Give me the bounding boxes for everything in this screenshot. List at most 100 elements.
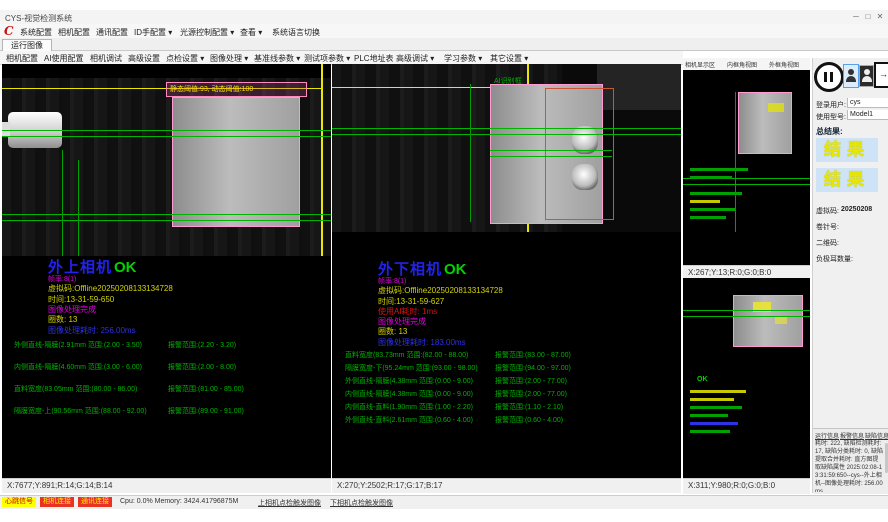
vcode-value: 20250208 (841, 206, 872, 213)
upper-camera-spotcheck-link[interactable]: 上相机点检触发图像 (258, 498, 321, 508)
tiny-text-line (690, 406, 742, 409)
tool-plc-table[interactable]: PLC地址表 (354, 53, 394, 64)
info-tab-run[interactable]: 运行信息 (815, 431, 839, 440)
measurement-row: 外侧直线-直料(2.61mm 范围:(0.60 - 4.00) (345, 415, 473, 425)
tool-image-proc[interactable]: 图像处理 ▾ (210, 53, 248, 64)
side-tab-inner[interactable]: 内框角视图 (727, 60, 757, 69)
measurement-row: 外侧直线-隔膜(2.91mm 范围:(2.00 - 3.50) (14, 340, 142, 350)
log-text: 耗时: 222, 缺陷检测耗时: 17, 缺陷分类耗时: 0, 缺陷提取合并耗时… (815, 440, 883, 492)
measure-line-green (2, 220, 331, 221)
info-log-panel: 运行信息 报警信息 缺陷信息 耗时: 222, 缺陷检测耗时: 17, 缺陷分类… (813, 428, 888, 494)
alarm-range: 报警范围:(83.00 - 87.00) (495, 350, 571, 360)
camera-conn-badge: 相机连接 (40, 497, 74, 507)
exit-button[interactable]: → (874, 62, 888, 88)
membrane-region (738, 92, 792, 154)
close-button[interactable]: ✕ (874, 12, 886, 21)
measure-line-green (683, 310, 810, 311)
measure-line-green (2, 214, 331, 215)
pause-icon (830, 72, 833, 82)
maximize-button[interactable]: □ (862, 12, 874, 21)
side-camera-2[interactable]: OK (683, 278, 810, 478)
side-camera-2-coords: X:311;Y:980;R:0;G:0;B:0 (688, 481, 775, 490)
comm-conn-badge: 通讯连接 (78, 497, 112, 507)
alarm-range: 报警范围:(89.00 - 91.00) (168, 406, 244, 416)
lower-camera-spotcheck-link[interactable]: 下相机点检触发图像 (330, 498, 393, 508)
login-user-label: 登录用户: (816, 100, 846, 110)
alarm-range: 报警范围:(81.00 - 85.00) (168, 384, 244, 394)
app-logo-icon: C (4, 24, 14, 38)
login-user-value[interactable]: cys (847, 98, 888, 108)
tiny-text-line (690, 208, 736, 211)
user-icon (846, 76, 856, 82)
tiny-text-line (690, 398, 734, 401)
side-tab-outer[interactable]: 外框角视图 (769, 60, 799, 69)
operator-icon (864, 69, 870, 75)
tool-camera-config[interactable]: 相机配置 (6, 53, 38, 64)
tiny-text-line (690, 176, 732, 179)
tool-spotcheck-set[interactable]: 点检设置 ▾ (166, 53, 204, 64)
measure-line-green (332, 128, 681, 129)
tiny-text-line (690, 192, 742, 195)
tool-baseline-param[interactable]: 基准线参数 ▾ (254, 53, 300, 64)
tiny-text-line (690, 390, 746, 393)
measure-line-green (2, 130, 331, 131)
result-badge-upper: 结果 (816, 138, 878, 162)
tool-learn-param[interactable]: 学习参数 ▾ (444, 53, 482, 64)
alarm-range: 报警范围:(94.00 - 97.00) (495, 363, 571, 373)
side-camera-1-coordbar: X:267;Y:13;R:0;G:0;B:0 (683, 265, 810, 279)
model-value[interactable]: Model1 (847, 110, 888, 120)
menu-id-config[interactable]: ID手配置 ▾ (134, 27, 172, 38)
camera-mid-coords: X:270;Y:2502;R:17;G:17;B:17 (337, 481, 442, 490)
measure-line-green (490, 150, 612, 151)
measurement-row: 直料宽度(83.73mm 范围:(82.00 - 88.00) (345, 350, 468, 360)
info-tab-defect[interactable]: 缺陷信息 (865, 431, 888, 440)
menu-light-config[interactable]: 光源控制配置 ▾ (180, 27, 234, 38)
vcode-label: 虚拟码: (816, 206, 839, 216)
tool-other-set[interactable]: 其它设置 ▾ (490, 53, 528, 64)
menu-system-config[interactable]: 系统配置 (20, 27, 52, 38)
right-control-panel: → 登录用户: cys 使用型号: Model1 总结果: 结果 结果 虚拟码:… (812, 58, 888, 493)
pause-button[interactable] (814, 62, 844, 92)
tiny-text-line (690, 422, 738, 425)
side-camera-2-ok: OK (697, 376, 708, 383)
total-result-label: 总结果: (816, 126, 843, 137)
info-tab-alarm[interactable]: 报警信息 (840, 431, 864, 440)
menu-language-switch[interactable]: 系统语言切换 (272, 27, 320, 38)
operator-button[interactable] (859, 65, 874, 87)
tool-test-param[interactable]: 测试项参数 ▾ (304, 53, 350, 64)
tool-advanced-debug[interactable]: 高级调试 ▾ (396, 53, 434, 64)
menu-camera-config[interactable]: 相机配置 (58, 27, 90, 38)
camera-left-coords: X:7677;Y:891;R:14;G:14;B:14 (7, 481, 112, 490)
window-title: CYS-视觉检测系统 (5, 13, 72, 24)
measure-line-green-v (78, 160, 79, 256)
baseline-yellow-v (321, 64, 323, 256)
ai-detect-rect (545, 88, 614, 220)
measure-line-green (683, 316, 810, 317)
measurement-row: 直料宽度(83.05mm 范围:(80.00 - 86.00) (14, 384, 137, 394)
alarm-range: 报警范围:(1.10 - 2.10) (495, 402, 563, 412)
qr-code-label: 二维码: (816, 238, 839, 248)
side-tab-display[interactable]: 相机显示区 (685, 60, 715, 69)
tool-advanced-set[interactable]: 高级设置 (128, 53, 160, 64)
roller-shaft (2, 122, 10, 136)
pin-number-label: 卷针号: (816, 222, 839, 232)
tiny-text-line (690, 430, 730, 433)
side-camera-1[interactable] (683, 70, 810, 265)
tab-run-image[interactable]: 运行图像 (2, 39, 52, 51)
minimize-button[interactable]: ─ (850, 12, 862, 21)
tiny-text-line (690, 200, 720, 203)
membrane-region (172, 97, 300, 227)
title-bar: CYS-视觉检测系统 ─ □ ✕ (0, 10, 888, 24)
threshold-annotation: 静态阈值:93, 动态阈值:100 (166, 82, 307, 97)
user-button-selected[interactable] (843, 64, 859, 88)
side-camera-2-coordbar: X:311;Y:980;R:0;G:0;B:0 (683, 478, 810, 494)
measurement-row: 内侧直线-隔膜(4.38mm 范围:(0.00 - 9.00) (345, 389, 473, 399)
tool-ai-config[interactable]: AI使用配置 (44, 53, 84, 64)
measure-line-green (490, 156, 612, 157)
measure-line-green-v (470, 84, 471, 222)
exit-door-icon: → (879, 69, 888, 79)
tiny-text-line (690, 168, 748, 171)
menu-comm-config[interactable]: 通讯配置 (96, 27, 128, 38)
tool-camera-debug[interactable]: 相机调试 (90, 53, 122, 64)
menu-view[interactable]: 查看 ▾ (240, 27, 262, 38)
